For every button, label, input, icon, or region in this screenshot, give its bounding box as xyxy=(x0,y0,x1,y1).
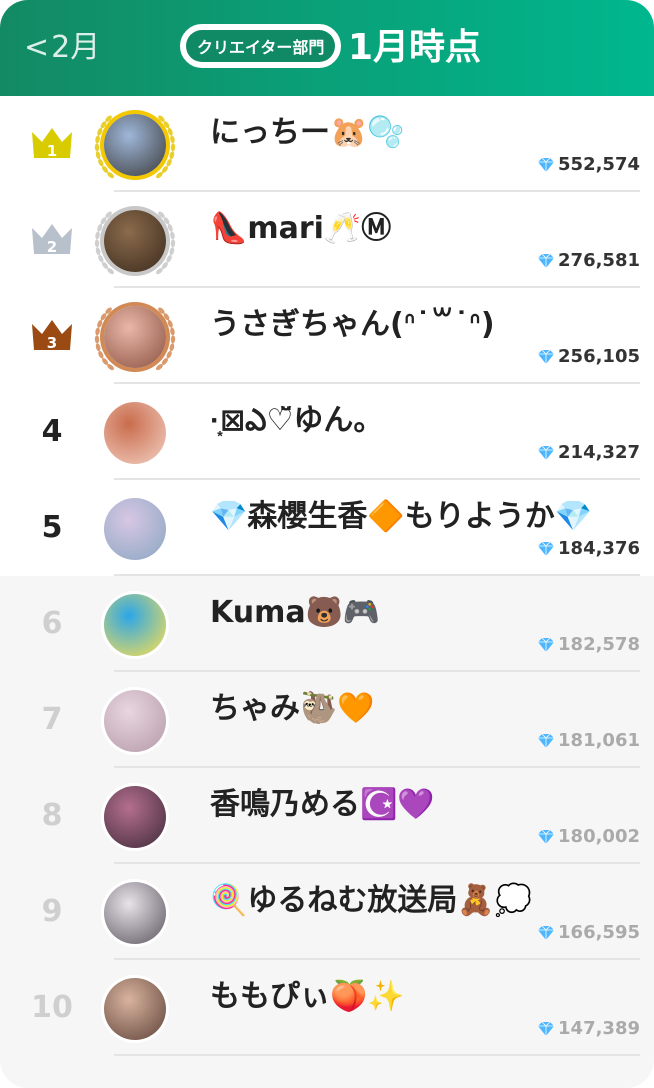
user-name[interactable]: ちゃみ🦥🧡 xyxy=(210,690,375,728)
score-value: 147,389 xyxy=(558,1018,640,1039)
avatar[interactable] xyxy=(104,210,166,272)
diamond-gem-icon xyxy=(538,925,555,940)
rank-number: 3 xyxy=(47,334,57,352)
ranking-row[interactable]: 10 ももぴぃ🍑✨ 147,389 xyxy=(0,960,654,1056)
crown-icon: 1 xyxy=(32,128,72,160)
diamond-score: 184,376 xyxy=(537,538,640,560)
score-value: 184,376 xyxy=(558,538,640,559)
user-name[interactable]: うさぎちゃん(ᐢ˙꒳˙ᐢ) xyxy=(210,306,495,344)
user-name[interactable]: 💎森櫻生香🔶もりようか💎 xyxy=(210,498,592,536)
ranking-row[interactable]: 5 💎森櫻生香🔶もりようか💎 184,376 xyxy=(0,480,654,576)
avatar[interactable] xyxy=(104,594,166,656)
rank-number: 6 xyxy=(41,606,63,641)
diamond-gem-icon xyxy=(538,541,555,556)
crown-icon: 2 xyxy=(32,224,72,256)
back-label: 2月 xyxy=(51,30,101,65)
score-value: 181,061 xyxy=(558,730,640,751)
ranking-row[interactable]: 9 🍭ゆるねむ放送局🧸💭 166,595 xyxy=(0,864,654,960)
diamond-score: 276,581 xyxy=(537,250,640,272)
ranking-card: < 2月 クリエイター部門 1月時点 1 にっちー🐹🫧 552,574 2 👠mari🥂… xyxy=(0,0,654,1088)
user-name[interactable]: 🍭ゆるねむ放送局🧸💭 xyxy=(210,882,532,920)
score-value: 214,327 xyxy=(558,442,640,463)
user-name[interactable]: 👠mari🥂Ⓜ︎ xyxy=(210,210,391,248)
ranking-row[interactable]: 3 うさぎちゃん(ᐢ˙꒳˙ᐢ) 256,105 xyxy=(0,288,654,384)
back-button[interactable]: < 2月 xyxy=(24,30,100,66)
diamond-score: 256,105 xyxy=(537,346,640,368)
rank-number: 4 xyxy=(41,414,63,449)
diamond-score: 214,327 xyxy=(537,442,640,464)
category-pill-label: クリエイター部門 xyxy=(197,38,325,57)
score-value: 256,105 xyxy=(558,346,640,367)
ranking-list: 1 にっちー🐹🫧 552,574 2 👠mari🥂Ⓜ︎ 276,581 3 うさぎちゃん(ᐢ˙… xyxy=(0,96,654,1056)
user-name[interactable]: Kuma🐻🎮 xyxy=(210,594,380,632)
diamond-gem-icon xyxy=(538,637,555,652)
score-value: 182,578 xyxy=(558,634,640,655)
ranking-row[interactable]: 8 香鳴乃める☪️💜 180,002 xyxy=(0,768,654,864)
ranking-row[interactable]: 2 👠mari🥂Ⓜ︎ 276,581 xyxy=(0,192,654,288)
ranking-row[interactable]: 6 Kuma🐻🎮 182,578 xyxy=(0,576,654,672)
ranking-row[interactable]: 7 ちゃみ🦥🧡 181,061 xyxy=(0,672,654,768)
diamond-gem-icon xyxy=(538,445,555,460)
rank-number: 9 xyxy=(41,894,63,929)
diamond-gem-icon xyxy=(538,1021,555,1036)
ranking-row[interactable]: 1 にっちー🐹🫧 552,574 xyxy=(0,96,654,192)
diamond-gem-icon xyxy=(538,349,555,364)
diamond-score: 181,061 xyxy=(537,730,640,752)
score-value: 166,595 xyxy=(558,922,640,943)
score-value: 276,581 xyxy=(558,250,640,271)
avatar[interactable] xyxy=(104,882,166,944)
page-title: 1月時点 xyxy=(348,27,482,68)
avatar[interactable] xyxy=(104,402,166,464)
diamond-score: 147,389 xyxy=(537,1018,640,1040)
rank-number: 8 xyxy=(41,798,63,833)
row-divider xyxy=(114,1054,640,1056)
rank-number: 2 xyxy=(47,238,57,256)
diamond-score: 166,595 xyxy=(537,922,640,944)
score-value: 552,574 xyxy=(558,154,640,175)
avatar[interactable] xyxy=(104,306,166,368)
user-name[interactable]: 香鳴乃める☪️💜 xyxy=(210,786,435,824)
diamond-score: 552,574 xyxy=(537,154,640,176)
ranking-row[interactable]: 4 ·͙⊠ఎ♡̆̈ゆん。 214,327 xyxy=(0,384,654,480)
rank-number: 7 xyxy=(41,702,63,737)
user-name[interactable]: にっちー🐹🫧 xyxy=(210,114,405,152)
chevron-left-icon: < xyxy=(24,30,50,65)
diamond-gem-icon xyxy=(538,829,555,844)
user-name[interactable]: ·͙⊠ఎ♡̆̈ゆん。 xyxy=(210,402,383,440)
avatar[interactable] xyxy=(104,690,166,752)
user-name[interactable]: ももぴぃ🍑✨ xyxy=(210,978,405,1016)
diamond-gem-icon xyxy=(538,157,555,172)
diamond-gem-icon xyxy=(538,253,555,268)
crown-icon: 3 xyxy=(32,320,72,352)
diamond-gem-icon xyxy=(538,733,555,748)
header-bar: < 2月 クリエイター部門 1月時点 xyxy=(0,0,654,96)
rank-number: 5 xyxy=(41,510,63,545)
diamond-score: 180,002 xyxy=(537,826,640,848)
avatar[interactable] xyxy=(104,978,166,1040)
avatar[interactable] xyxy=(104,786,166,848)
diamond-score: 182,578 xyxy=(537,634,640,656)
avatar[interactable] xyxy=(104,114,166,176)
score-value: 180,002 xyxy=(558,826,640,847)
rank-number: 1 xyxy=(47,142,57,160)
category-pill[interactable]: クリエイター部門 xyxy=(180,24,342,68)
avatar[interactable] xyxy=(104,498,166,560)
rank-number: 10 xyxy=(31,990,73,1025)
